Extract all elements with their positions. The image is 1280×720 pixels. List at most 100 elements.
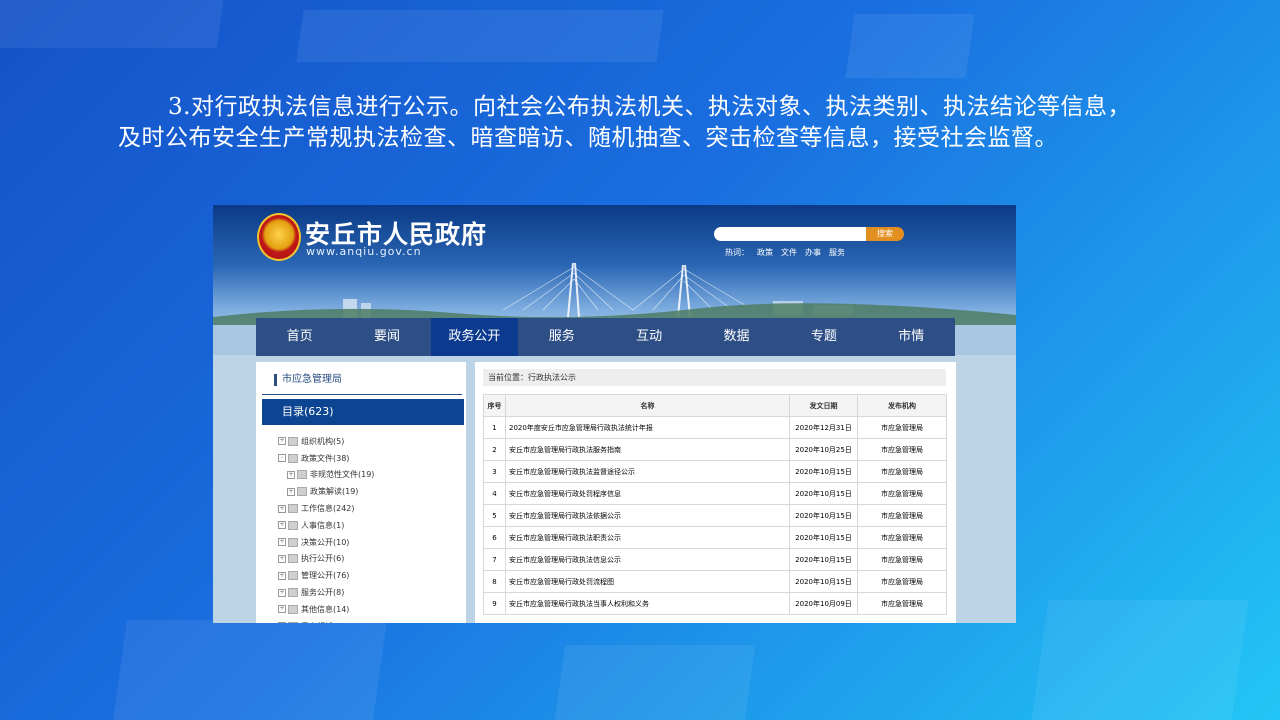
- expand-icon[interactable]: +: [278, 538, 286, 547]
- folder-icon: [288, 504, 298, 514]
- tree-item-label: 人事信息(1): [301, 520, 345, 530]
- row-number: 6: [483, 526, 506, 549]
- hot-word-link[interactable]: 服务: [829, 247, 845, 258]
- folder-icon: [288, 621, 298, 623]
- tree-item-label: 工作信息(242): [301, 504, 355, 514]
- publisher: 市应急管理局: [857, 460, 947, 483]
- folder-icon: [288, 554, 298, 564]
- publisher: 市应急管理局: [857, 548, 947, 571]
- main-nav: 首页 要闻 政务公开 服务 互动 数据 专题 市情: [256, 318, 955, 356]
- tree-item[interactable]: + 决策公开(10): [278, 534, 374, 551]
- table-row: 1 2020年度安丘市应急管理局行政执法统计年报 2020年12月31日 市应急管理局: [483, 416, 947, 439]
- table-row: 2 安丘市应急管理局行政执法服务指南 2020年10月25日 市应急管理局: [483, 438, 947, 461]
- tree-item[interactable]: + 非规范性文件(19): [278, 467, 374, 484]
- search-button[interactable]: 搜索: [866, 227, 904, 241]
- table-row: 3 安丘市应急管理局行政执法监督途径公示 2020年10月15日 市应急管理局: [483, 460, 947, 483]
- nav-data[interactable]: 数据: [693, 318, 780, 356]
- expand-icon[interactable]: +: [278, 588, 286, 597]
- nav-interaction[interactable]: 互动: [606, 318, 693, 356]
- expand-icon[interactable]: +: [278, 622, 286, 623]
- nav-home[interactable]: 首页: [256, 318, 343, 356]
- row-number: 8: [483, 570, 506, 593]
- hot-words: 热词： 政策 文件 办事 服务: [725, 247, 845, 258]
- expand-icon[interactable]: +: [278, 437, 286, 446]
- folder-icon: [288, 588, 298, 598]
- publish-date: 2020年10月09日: [789, 592, 858, 615]
- background-panel: [296, 10, 664, 62]
- background-panel: [112, 620, 388, 720]
- nav-topics[interactable]: 专题: [780, 318, 867, 356]
- expand-icon[interactable]: +: [278, 554, 286, 563]
- nav-services[interactable]: 服务: [518, 318, 605, 356]
- tree-item[interactable]: + 其他信息(14): [278, 601, 374, 618]
- table-row: 9 安丘市应急管理局行政执法当事人权利和义务 2020年10月09日 市应急管理局: [483, 592, 947, 615]
- nav-gov-affairs[interactable]: 政务公开: [430, 318, 519, 356]
- tree-item-label: 重点领域(221): [301, 621, 355, 623]
- folder-icon: [297, 470, 307, 480]
- table-row: 4 安丘市应急管理局行政处罚程序信息 2020年10月15日 市应急管理局: [483, 482, 947, 505]
- collapse-icon[interactable]: -: [278, 454, 286, 463]
- tree-item[interactable]: + 管理公开(76): [278, 567, 374, 584]
- tree-item-label: 政策解读(19): [310, 487, 359, 497]
- search-input[interactable]: [714, 227, 876, 241]
- expand-icon[interactable]: +: [278, 521, 286, 530]
- document-title-link[interactable]: 安丘市应急管理局行政执法信息公示: [505, 548, 790, 571]
- row-number: 5: [483, 504, 506, 527]
- catalog-header[interactable]: 目录(623): [262, 399, 464, 425]
- tree-item[interactable]: - 政策文件(38): [278, 450, 374, 467]
- nav-news[interactable]: 要闻: [343, 318, 430, 356]
- publish-date: 2020年10月15日: [789, 548, 858, 571]
- document-table: 序号 名称 发文日期 发布机构 1 2020年度安丘市应急管理局行政执法统计年报 2…: [483, 394, 947, 615]
- folder-icon: [297, 487, 307, 497]
- tree-item[interactable]: + 政策解读(19): [278, 483, 374, 500]
- folder-icon: [288, 571, 298, 581]
- publisher: 市应急管理局: [857, 592, 947, 615]
- tree-item[interactable]: + 人事信息(1): [278, 517, 374, 534]
- tree-item[interactable]: + 重点领域(221): [278, 618, 374, 623]
- column-header: 序号: [483, 394, 506, 417]
- row-number: 2: [483, 438, 506, 461]
- document-title-link[interactable]: 安丘市应急管理局行政处罚流程图: [505, 570, 790, 593]
- expand-icon[interactable]: +: [287, 487, 295, 496]
- publisher: 市应急管理局: [857, 438, 947, 461]
- document-title-link[interactable]: 安丘市应急管理局行政执法服务指南: [505, 438, 790, 461]
- row-number: 4: [483, 482, 506, 505]
- publisher: 市应急管理局: [857, 570, 947, 593]
- tree-item[interactable]: + 组织机构(5): [278, 433, 374, 450]
- hot-word-link[interactable]: 文件: [781, 247, 797, 258]
- expand-icon[interactable]: +: [278, 605, 286, 614]
- publish-date: 2020年10月15日: [789, 460, 858, 483]
- row-number: 9: [483, 592, 506, 615]
- site-url: www.anqiu.gov.cn: [306, 245, 422, 258]
- tree-item-label: 其他信息(14): [301, 604, 350, 614]
- hot-word-link[interactable]: 政策: [757, 247, 773, 258]
- website-screenshot: 安丘市人民政府 www.anqiu.gov.cn 搜索 热词： 政策 文件 办事…: [213, 205, 1016, 623]
- publish-date: 2020年10月25日: [789, 438, 858, 461]
- document-title-link[interactable]: 安丘市应急管理局行政执法监督途径公示: [505, 460, 790, 483]
- column-header: 名称: [505, 394, 790, 417]
- tree-item[interactable]: + 工作信息(242): [278, 500, 374, 517]
- nav-city-info[interactable]: 市情: [868, 318, 955, 356]
- folder-icon: [288, 436, 298, 446]
- publish-date: 2020年10月15日: [789, 570, 858, 593]
- document-title-link[interactable]: 安丘市应急管理局行政执法当事人权利和义务: [505, 592, 790, 615]
- hot-word-link[interactable]: 办事: [805, 247, 821, 258]
- expand-icon[interactable]: +: [287, 470, 295, 479]
- document-title-link[interactable]: 2020年度安丘市应急管理局行政执法统计年报: [505, 416, 790, 439]
- expand-icon[interactable]: +: [278, 571, 286, 580]
- row-number: 1: [483, 416, 506, 439]
- document-title-link[interactable]: 安丘市应急管理局行政执法依据公示: [505, 504, 790, 527]
- breadcrumb: 当前位置：行政执法公示: [483, 369, 946, 386]
- document-title-link[interactable]: 安丘市应急管理局行政处罚程序信息: [505, 482, 790, 505]
- row-number: 7: [483, 548, 506, 571]
- document-title-link[interactable]: 安丘市应急管理局行政执法职责公示: [505, 526, 790, 549]
- row-number: 3: [483, 460, 506, 483]
- tree-item[interactable]: + 执行公开(6): [278, 551, 374, 568]
- tree-item-label: 非规范性文件(19): [310, 470, 375, 480]
- background-panel: [1031, 600, 1249, 720]
- hot-words-label: 热词：: [725, 248, 749, 257]
- divider: [262, 394, 462, 395]
- expand-icon[interactable]: +: [278, 504, 286, 513]
- intro-text: 3.对行政执法信息进行公示。向社会公布执法机关、执法对象、执法类别、执法结论等信…: [118, 94, 1131, 151]
- tree-item[interactable]: + 服务公开(8): [278, 584, 374, 601]
